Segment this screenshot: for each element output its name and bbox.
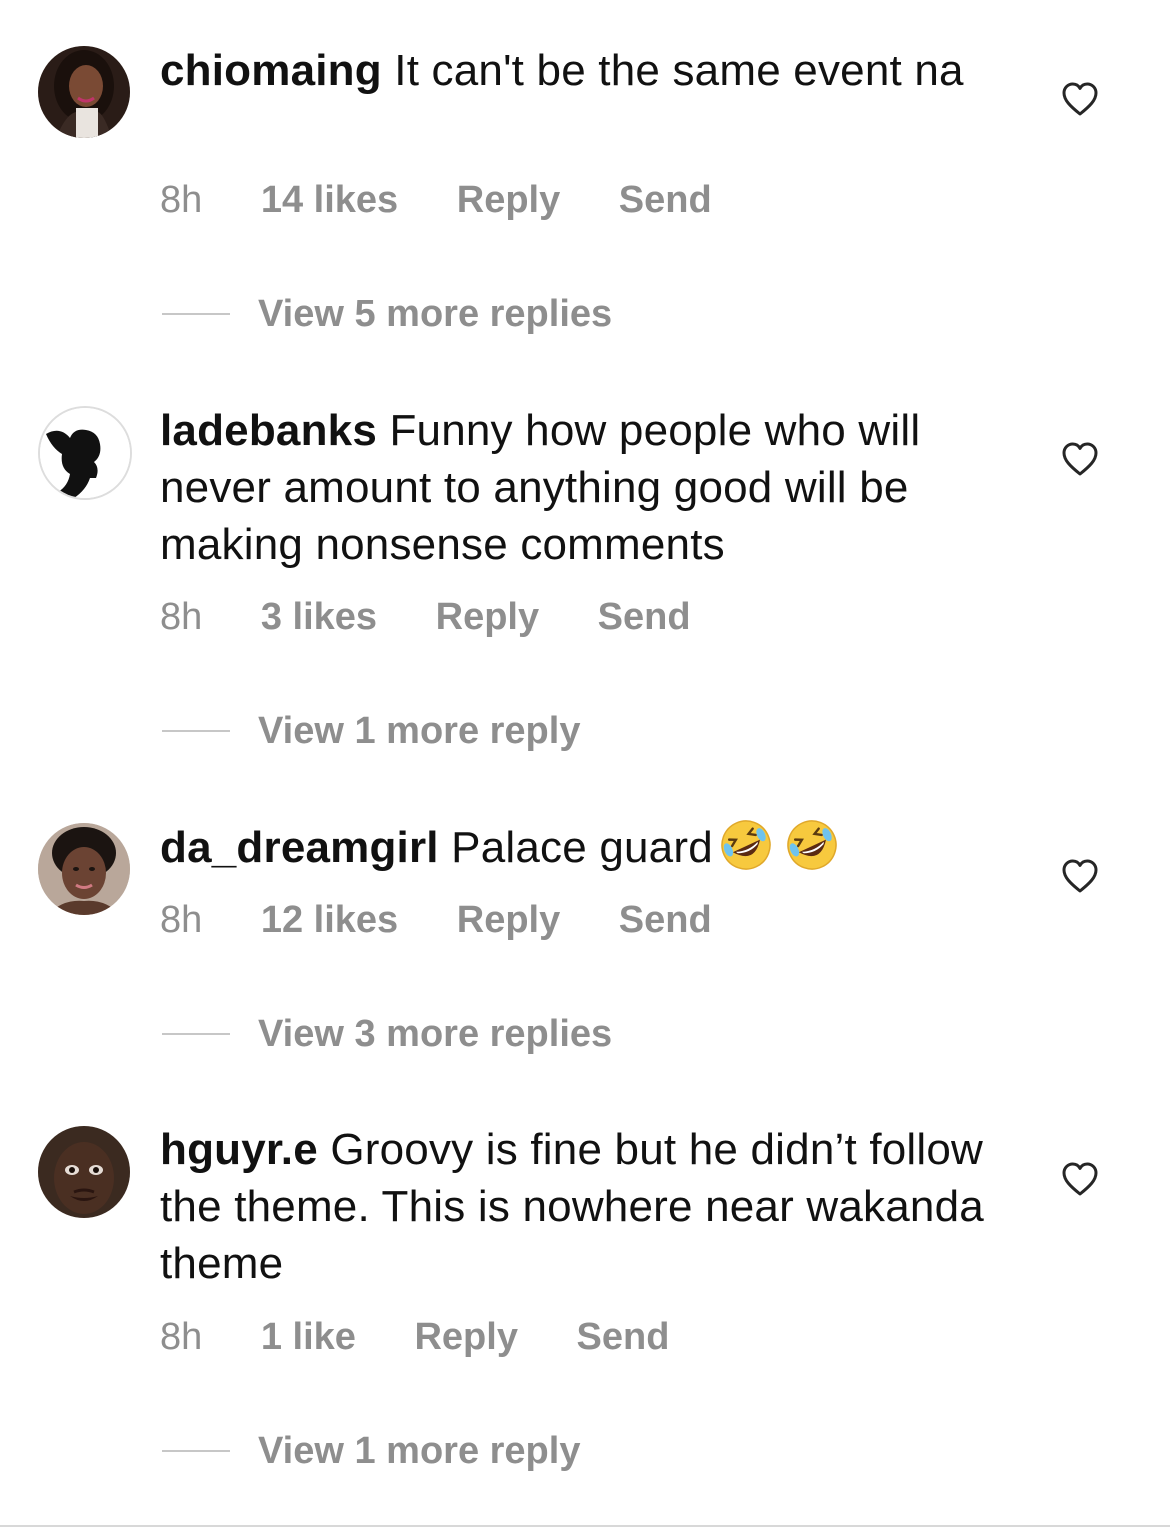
comment-meta: 8h 1 like Reply Send <box>160 1316 717 1359</box>
reply-button[interactable]: Reply <box>457 179 560 221</box>
heart-outline-icon <box>1062 859 1098 893</box>
view-replies-label: View 5 more replies <box>258 292 613 335</box>
view-replies-button[interactable]: View 5 more replies <box>162 292 613 335</box>
send-button[interactable]: Send <box>598 596 691 638</box>
comment-meta: 8h 12 likes Reply Send <box>160 899 760 942</box>
avatar[interactable] <box>38 1126 130 1218</box>
profile-photo-icon <box>38 1126 130 1218</box>
divider-line <box>162 1450 230 1452</box>
view-replies-button[interactable]: View 1 more reply <box>162 709 581 752</box>
avatar[interactable] <box>38 46 130 138</box>
timestamp: 8h <box>160 596 203 638</box>
bottom-divider <box>0 1525 1170 1527</box>
comment-text: chiomaing It can't be the same event na <box>160 42 1020 99</box>
reply-button[interactable]: Reply <box>457 899 560 941</box>
likes-count[interactable]: 14 likes <box>261 179 398 221</box>
timestamp: 8h <box>160 179 203 221</box>
silhouette-logo-icon <box>40 408 130 498</box>
view-replies-label: View 1 more reply <box>258 1429 581 1472</box>
send-button[interactable]: Send <box>619 179 712 221</box>
like-button[interactable] <box>1060 79 1100 119</box>
heart-outline-icon <box>1062 1162 1098 1196</box>
like-button[interactable] <box>1060 1159 1100 1199</box>
likes-count[interactable]: 3 likes <box>261 596 377 638</box>
profile-photo-icon <box>38 823 130 915</box>
comment-text: ladebanks Funny how people who will neve… <box>160 402 1020 573</box>
comment-meta: 8h 14 likes Reply Send <box>160 179 760 222</box>
avatar[interactable] <box>38 406 132 500</box>
username[interactable]: da_dreamgirl <box>160 823 439 872</box>
timestamp: 8h <box>160 1316 203 1358</box>
comment-body: It can't be the same event na <box>394 46 964 95</box>
username[interactable]: ladebanks <box>160 406 377 455</box>
send-button[interactable]: Send <box>619 899 712 941</box>
timestamp: 8h <box>160 899 203 941</box>
comment-meta: 8h 3 likes Reply Send <box>160 596 739 639</box>
comment-text: da_dreamgirl Palace guard <box>160 818 1020 876</box>
rolling-on-floor-laughing-emoji-icon <box>785 818 839 872</box>
username[interactable]: chiomaing <box>160 46 382 95</box>
like-button[interactable] <box>1060 856 1100 896</box>
likes-count[interactable]: 12 likes <box>261 899 398 941</box>
profile-photo-icon <box>38 46 130 138</box>
reply-button[interactable]: Reply <box>414 1316 517 1358</box>
view-replies-button[interactable]: View 3 more replies <box>162 1012 613 1055</box>
view-replies-label: View 1 more reply <box>258 709 581 752</box>
reply-button[interactable]: Reply <box>436 596 539 638</box>
avatar[interactable] <box>38 823 130 915</box>
divider-line <box>162 730 230 732</box>
send-button[interactable]: Send <box>577 1316 670 1358</box>
divider-line <box>162 313 230 315</box>
like-button[interactable] <box>1060 439 1100 479</box>
username[interactable]: hguyr.e <box>160 1125 318 1174</box>
view-replies-button[interactable]: View 1 more reply <box>162 1429 581 1472</box>
comment-body: Palace guard <box>451 823 713 872</box>
comment-text: hguyr.e Groovy is fine but he didn’t fol… <box>160 1121 1020 1292</box>
view-replies-label: View 3 more replies <box>258 1012 613 1055</box>
heart-outline-icon <box>1062 442 1098 476</box>
divider-line <box>162 1033 230 1035</box>
heart-outline-icon <box>1062 82 1098 116</box>
rolling-on-floor-laughing-emoji-icon <box>719 818 773 872</box>
likes-count[interactable]: 1 like <box>261 1316 356 1358</box>
